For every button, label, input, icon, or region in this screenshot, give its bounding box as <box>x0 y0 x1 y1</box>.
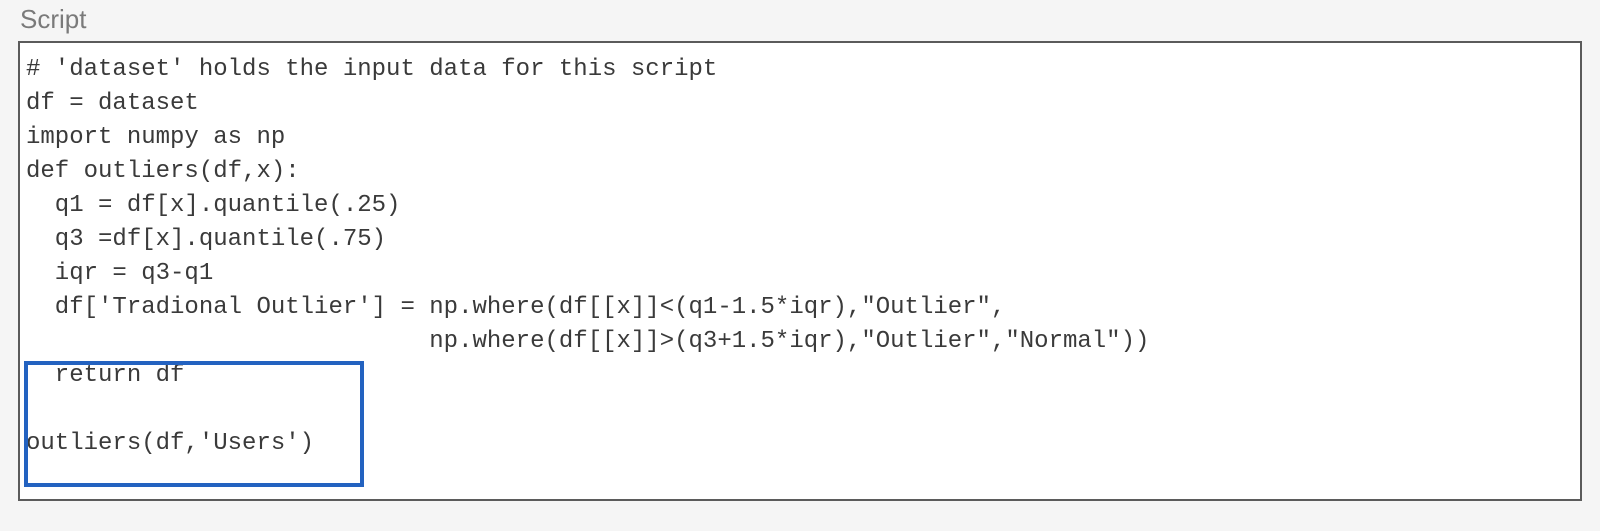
script-label: Script <box>18 0 1582 41</box>
script-code[interactable]: # 'dataset' holds the input data for thi… <box>26 53 1574 461</box>
script-editor[interactable]: # 'dataset' holds the input data for thi… <box>18 41 1582 501</box>
